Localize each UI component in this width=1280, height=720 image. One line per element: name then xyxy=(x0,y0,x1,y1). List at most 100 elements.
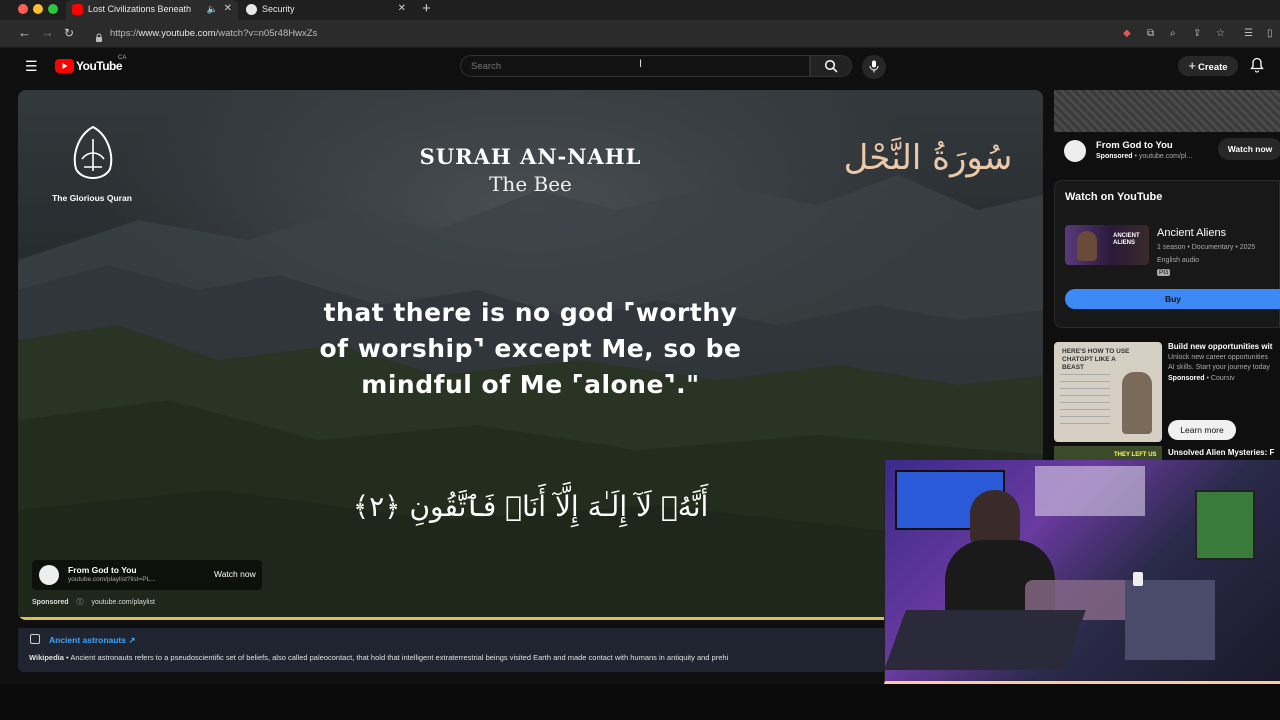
sidebar-ad-meta: Sponsored • youtube.com/pl... xyxy=(1096,153,1193,160)
webcam-monitor-right xyxy=(1195,490,1255,560)
bookmark-star-icon[interactable]: ☆ xyxy=(1216,28,1225,39)
ad-banner-image xyxy=(1054,90,1280,132)
notifications-bell-icon[interactable] xyxy=(1250,57,1264,78)
url-scheme: https:// xyxy=(110,28,139,39)
sponsored-label: Sponsored xyxy=(1168,375,1205,382)
tab-title: Security xyxy=(262,4,295,14)
ad-thumbnail-figure xyxy=(1122,372,1152,434)
search-input[interactable] xyxy=(471,60,791,73)
create-label: Create xyxy=(1198,62,1228,73)
quran-logo-caption: The Glorious Quran xyxy=(52,193,132,203)
show-audio: English audio xyxy=(1157,257,1200,264)
channel-avatar xyxy=(39,565,59,585)
plus-icon: + xyxy=(1188,58,1196,73)
topic-description: Wikipedia • Ancient astronauts refers to… xyxy=(29,653,729,662)
overlay-ad-url: youtube.com/playlist?list=PL... xyxy=(68,576,156,583)
close-window-button[interactable] xyxy=(18,4,28,14)
microphone-icon xyxy=(869,60,879,73)
youtube-favicon-icon xyxy=(72,4,83,15)
topic-source: Wikipedia xyxy=(29,653,64,662)
share-icon[interactable]: ⇪ xyxy=(1193,28,1201,39)
reload-icon[interactable]: ↻ xyxy=(64,26,74,40)
reading-list-icon[interactable]: ☰ xyxy=(1244,28,1253,39)
ad-title: Build new opportunities wit xyxy=(1168,342,1273,351)
sponsored-url: youtube.com/playlist xyxy=(91,599,155,606)
speaker-mute-icon[interactable]: 🔈 xyxy=(207,0,218,18)
tab-security[interactable]: Security ✕ xyxy=(240,0,412,20)
browser-address-bar: ← → ↻ https://www.youtube.com/watch?v=n0… xyxy=(0,20,1280,48)
back-arrow-icon[interactable]: ← xyxy=(18,25,31,40)
next-video-title: Unsolved Alien Mysteries: F xyxy=(1168,448,1275,457)
sidebar-ad-channel: From God to You xyxy=(1096,140,1173,151)
info-circle-icon[interactable]: ⓘ xyxy=(77,599,84,606)
search-button[interactable] xyxy=(810,55,852,77)
show-meta: 1 season • Documentary • 2025 xyxy=(1157,244,1256,251)
surah-title: SURAH AN-NAHL xyxy=(419,144,642,169)
new-tab-plus-icon[interactable]: + xyxy=(422,0,431,18)
overlay-ad-channel: From God to You xyxy=(68,565,137,575)
create-button[interactable]: + Create xyxy=(1178,56,1238,76)
overlay-ad-card[interactable]: From God to You youtube.com/playlist?lis… xyxy=(32,560,262,590)
page-footer-area xyxy=(0,684,1280,720)
buy-button[interactable]: Buy xyxy=(1065,289,1280,309)
url-field[interactable]: https://www.youtube.com/watch?v=n05r48Hw… xyxy=(110,28,317,39)
show-title[interactable]: Ancient Aliens xyxy=(1157,227,1226,239)
search-icon xyxy=(824,59,838,73)
overlay-ad-watch-now-button[interactable]: Watch now xyxy=(214,569,256,579)
youtube-play-icon xyxy=(55,59,74,73)
google-favicon-icon xyxy=(246,4,257,15)
watch-on-youtube-card: Watch on YouTube ANCIENT ALIENS Ancient … xyxy=(1054,180,1280,328)
search-box[interactable]: I xyxy=(460,55,810,77)
ad-description-2: AI skills. Start your journey today xyxy=(1168,364,1270,371)
maximize-window-button[interactable] xyxy=(48,4,58,14)
sidebar-ad-1[interactable]: From God to You Sponsored • youtube.com/… xyxy=(1054,132,1280,172)
topic-link-text: Ancient astronauts xyxy=(49,635,126,645)
watch-on-youtube-heading: Watch on YouTube xyxy=(1065,191,1163,203)
extension-icon[interactable]: ◆ xyxy=(1123,28,1131,39)
region-code: CA xyxy=(118,55,127,61)
open-external-icon[interactable]: ⧉ xyxy=(1147,28,1154,39)
topic-info-panel: Ancient astronauts ↗ Wikipedia • Ancient… xyxy=(18,628,888,672)
topic-link[interactable]: Ancient astronauts ↗ xyxy=(49,635,136,646)
channel-avatar xyxy=(1064,140,1086,162)
translation-line-2: of worship⌝ except Me, so be xyxy=(319,334,742,363)
document-icon xyxy=(30,634,40,644)
voice-search-button[interactable] xyxy=(862,55,886,79)
arabic-surah-calligraphy: سُورَةُ النَّحْل xyxy=(843,138,1013,178)
hamburger-menu-icon[interactable]: ☰ xyxy=(25,58,38,75)
tab-title: Lost Civilizations Beneath xyxy=(88,4,192,14)
ancient-aliens-thumbnail[interactable]: ANCIENT ALIENS xyxy=(1065,225,1149,265)
glorious-quran-logo xyxy=(58,125,128,185)
zoom-icon[interactable]: ⌕ xyxy=(1170,28,1176,39)
youtube-logo-text: YouTube xyxy=(76,59,123,73)
url-path: /watch?v=n05r48HwxZs xyxy=(215,28,318,39)
topic-text: Ancient astronauts refers to a pseudosci… xyxy=(70,653,729,662)
tab-youtube-video[interactable]: Lost Civilizations Beneath 🔈 ✕ xyxy=(66,0,238,20)
sponsored-label: Sponsored xyxy=(1096,153,1133,160)
thumbnail-text: ANCIENT ALIENS xyxy=(1113,233,1140,246)
ad-thumbnail-document xyxy=(1060,374,1110,429)
forward-arrow-icon[interactable]: → xyxy=(41,25,54,40)
close-tab-icon[interactable]: ✕ xyxy=(224,0,232,18)
learn-more-button[interactable]: Learn more xyxy=(1168,420,1236,440)
surah-subtitle: The Bee xyxy=(489,172,572,196)
close-tab-icon[interactable]: ✕ xyxy=(398,0,406,18)
sidebar-ad-watch-now-button[interactable]: Watch now xyxy=(1218,138,1280,160)
text-cursor-icon: I xyxy=(639,58,643,70)
thumbnail-person xyxy=(1077,231,1097,261)
webcam-desk-equipment xyxy=(1125,580,1215,660)
webcam-keyboard xyxy=(885,610,1086,670)
sidebar-ad-2[interactable]: HERE'S HOW TO USE CHATGPT LIKE A BEAST B… xyxy=(1054,342,1280,442)
rating-badge: PG xyxy=(1157,269,1171,276)
webcam-overlay xyxy=(884,460,1280,684)
arabic-verse: أَنَّهُۥ لَآ إِلَـٰهَ إِلَّآ أَنَا۠ فَٱت… xyxy=(352,490,709,523)
youtube-header: ☰ YouTube CA I +Create xyxy=(0,48,1280,86)
site-info-icon[interactable] xyxy=(95,29,103,42)
ad-advertiser: Coursiv xyxy=(1210,375,1235,382)
minimize-window-button[interactable] xyxy=(33,4,43,14)
external-link-icon: ↗ xyxy=(128,635,136,645)
translation-line-3: mindful of Me ⌜alone⌝." xyxy=(361,370,700,399)
ad-description-1: Unlock new career opportunities xyxy=(1168,354,1268,361)
webcam-window-light xyxy=(1035,466,1145,516)
sidebar-toggle-icon[interactable]: ▯ xyxy=(1267,28,1273,39)
